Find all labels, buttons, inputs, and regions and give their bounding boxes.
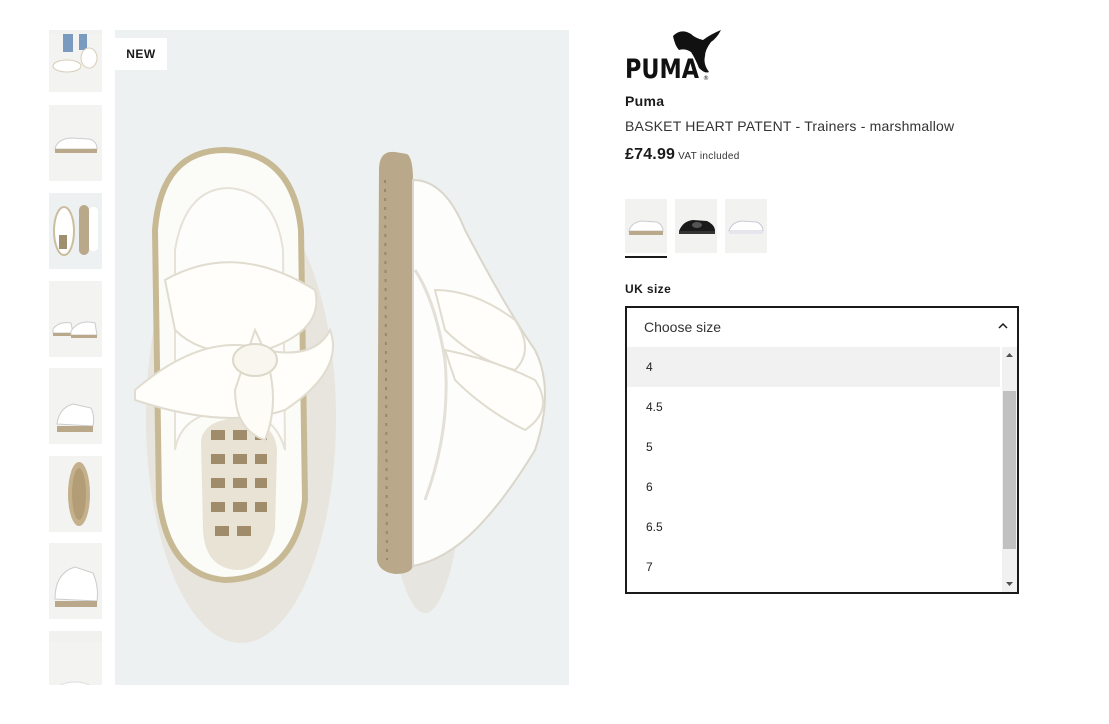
- white-grey-trainer-swatch-icon: [725, 199, 767, 253]
- price-row: £74.99 VAT included: [625, 146, 740, 164]
- scrollbar-thumb[interactable]: [1003, 391, 1016, 549]
- thumbnail-5[interactable]: [49, 368, 102, 444]
- thumbnail-rail: [43, 30, 105, 685]
- size-select-toggle[interactable]: Choose size: [627, 308, 1017, 346]
- selected-colour-indicator: [625, 256, 667, 258]
- colour-swatch-marshmallow[interactable]: [625, 199, 667, 253]
- brand-name[interactable]: Puma: [625, 93, 664, 109]
- size-option[interactable]: 4: [627, 347, 1000, 387]
- thumbnail-7[interactable]: [49, 543, 102, 619]
- puma-logo[interactable]: PUMA ®: [625, 28, 725, 85]
- size-option[interactable]: 6.5: [627, 507, 1000, 547]
- svg-text:®: ®: [703, 75, 709, 82]
- colour-swatch-white[interactable]: [725, 199, 767, 253]
- thumbnail-1[interactable]: [49, 30, 102, 92]
- thumbnail-3[interactable]: [49, 193, 102, 269]
- size-dropdown[interactable]: Choose size 4 4.5 5 6 6.5 7: [625, 306, 1019, 594]
- white-trainer-swatch-icon: [625, 199, 667, 253]
- chevron-up-icon: [998, 322, 1008, 329]
- black-trainer-swatch-icon: [675, 199, 717, 253]
- product-name: BASKET HEART PATENT - Trainers - marshma…: [625, 118, 955, 134]
- scroll-up-arrow-icon[interactable]: [1002, 349, 1017, 361]
- thumbnail-8[interactable]: [49, 631, 102, 685]
- svg-text:PUMA: PUMA: [625, 54, 699, 82]
- colour-selector: [625, 199, 775, 259]
- main-product-image[interactable]: [115, 30, 569, 685]
- options-scrollbar[interactable]: [1002, 347, 1017, 592]
- size-label: UK size: [625, 282, 672, 296]
- size-option[interactable]: 5: [627, 427, 1000, 467]
- size-option[interactable]: 6: [627, 467, 1000, 507]
- thumbnail-6[interactable]: [49, 456, 102, 532]
- thumbnail-2[interactable]: [49, 105, 102, 181]
- new-badge: NEW: [115, 38, 167, 70]
- colour-swatch-black[interactable]: [675, 199, 717, 253]
- size-placeholder: Choose size: [644, 319, 722, 335]
- thumbnail-4[interactable]: [49, 281, 102, 357]
- scroll-down-arrow-icon[interactable]: [1002, 578, 1017, 590]
- size-option[interactable]: 4.5: [627, 387, 1000, 427]
- size-options-list: 4 4.5 5 6 6.5 7: [627, 347, 1000, 592]
- size-option[interactable]: 7: [627, 547, 1000, 587]
- price: £74.99: [625, 146, 676, 163]
- vat-note: VAT included: [678, 151, 740, 162]
